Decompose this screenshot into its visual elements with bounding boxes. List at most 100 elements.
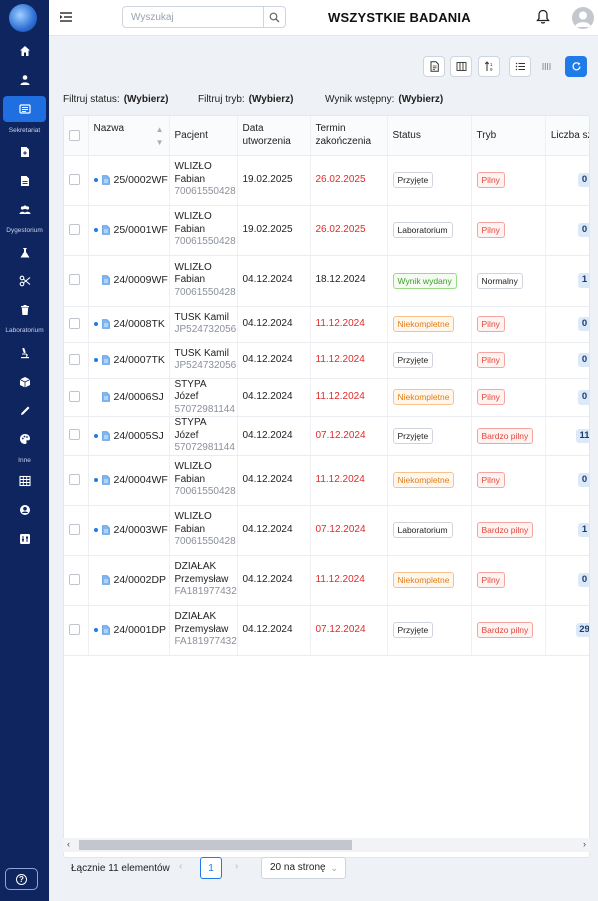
row-checkbox[interactable]	[69, 390, 80, 402]
slides-count: 0	[578, 352, 589, 368]
name-cell[interactable]: 24/0004WF	[88, 455, 170, 506]
column-label: Data utworzenia	[242, 123, 291, 148]
column-header-deadline[interactable]: Termin zakończenia	[310, 116, 388, 156]
slides-cell: 0	[545, 205, 589, 256]
mode-filter[interactable]: Filtruj tryb: (Wybierz)	[198, 94, 294, 105]
name-cell[interactable]: 24/0003WF	[88, 505, 170, 556]
nav-microscope[interactable]	[3, 340, 46, 366]
patient-name: WLIZŁO Fabian	[174, 211, 212, 235]
column-header-patient[interactable]: Pacjent	[169, 116, 238, 156]
name-cell[interactable]: 24/0009WF	[88, 255, 170, 307]
status-badge: Przyjęte	[392, 352, 434, 368]
nav-settings[interactable]	[3, 526, 46, 552]
nav-patients[interactable]	[3, 67, 46, 93]
status-badge: Laboratorium	[392, 222, 453, 238]
nav-all-tests[interactable]	[3, 96, 46, 122]
row-checkbox[interactable]	[69, 429, 80, 441]
horizontal-scrollbar[interactable]: ‹ ›	[63, 838, 590, 852]
nav-users[interactable]	[3, 197, 46, 223]
sort-icon[interactable]: ▲ ▼	[156, 123, 164, 149]
name-cell[interactable]: 25/0001WF	[88, 205, 170, 256]
column-header-name[interactable]: ▲ ▼ Nazwa	[88, 116, 170, 156]
row-checkbox[interactable]	[69, 274, 80, 286]
row-checkbox[interactable]	[69, 353, 80, 365]
name-cell[interactable]: 24/0005SJ	[88, 416, 170, 456]
refresh-button[interactable]	[565, 56, 587, 77]
brain-logo-icon[interactable]	[9, 4, 37, 32]
table-row[interactable]: 24/0007TK TUSK Kamil JP524732056 04.12.2024…	[64, 342, 589, 379]
table-row[interactable]: 24/0005SJ STYPA Józef 57072981144 04.12.202…	[64, 416, 589, 456]
search-input[interactable]	[123, 7, 263, 27]
name-cell[interactable]: 24/0002DP	[88, 555, 170, 606]
file-export-icon	[430, 61, 439, 72]
prev-page-icon[interactable]: ‹	[179, 861, 182, 872]
next-page-icon[interactable]: ›	[235, 861, 238, 872]
svg-text:9: 9	[490, 67, 493, 72]
nav-flask[interactable]	[3, 240, 46, 266]
nav-pen[interactable]	[3, 398, 46, 424]
mode-cell: Pilny	[471, 306, 546, 343]
select-all-checkbox[interactable]	[69, 129, 80, 141]
table-row[interactable]: 25/0002WF WLIZŁO Fabian 70061550428 19.02.2…	[64, 155, 589, 206]
name-cell[interactable]: 24/0008TK	[88, 306, 170, 343]
slides-cell: 0	[545, 306, 589, 343]
page-button-current[interactable]: 1	[200, 857, 222, 879]
column-header-created[interactable]: Data utworzenia	[237, 116, 311, 156]
scroll-right-icon[interactable]: ›	[583, 839, 586, 849]
column-header-slides[interactable]: Liczba szkiełek	[545, 116, 589, 156]
table-row[interactable]: 25/0001WF WLIZŁO Fabian 70061550428 19.02.2…	[64, 205, 589, 256]
nav-cutting[interactable]	[3, 268, 46, 294]
table-row[interactable]: 24/0009WF WLIZŁO Fabian 70061550428 04.12.2…	[64, 255, 589, 307]
box-icon	[19, 377, 30, 388]
name-cell[interactable]: 24/0007TK	[88, 342, 170, 379]
list-view-button[interactable]	[509, 56, 531, 77]
table-row[interactable]: 24/0003WF WLIZŁO Fabian 70061550428 04.12.2…	[64, 505, 589, 556]
column-header-mode[interactable]: Tryb	[471, 116, 546, 156]
table-row[interactable]: 24/0001DP DZIAŁAK Przemysław FA181977432 04…	[64, 605, 589, 656]
name-cell[interactable]: 24/0001DP	[88, 605, 170, 656]
row-checkbox[interactable]	[69, 473, 80, 485]
columns-button[interactable]	[450, 56, 472, 77]
search-button[interactable]	[263, 7, 285, 27]
nav-home[interactable]	[3, 38, 46, 64]
nav-palette[interactable]	[3, 426, 46, 452]
nav-add-document[interactable]	[3, 139, 46, 165]
result-filter[interactable]: Wynik wstępny: (Wybierz)	[325, 94, 443, 105]
help-button[interactable]: ?	[5, 868, 38, 890]
row-checkbox[interactable]	[69, 173, 80, 185]
select-cell	[64, 205, 89, 256]
table-row[interactable]: 24/0002DP DZIAŁAK Przemysław FA181977432 04…	[64, 555, 589, 606]
status-filter[interactable]: Filtruj status: (Wybierz)	[63, 94, 169, 105]
menu-toggle-icon[interactable]	[59, 10, 73, 24]
nav-trash[interactable]	[3, 297, 46, 323]
sort-button[interactable]: 19	[478, 56, 500, 77]
row-checkbox[interactable]	[69, 317, 80, 329]
deadline-cell: 11.12.2024	[310, 342, 388, 379]
table-row[interactable]: 24/0004WF WLIZŁO Fabian 70061550428 04.12.2…	[64, 455, 589, 506]
status-filter-value[interactable]: (Wybierz)	[124, 94, 169, 105]
created-date: 19.02.2025	[242, 223, 293, 235]
row-checkbox[interactable]	[69, 573, 80, 585]
column-header-status[interactable]: Status	[387, 116, 472, 156]
mode-filter-value[interactable]: (Wybierz)	[249, 94, 294, 105]
table-row[interactable]: 24/0008TK TUSK Kamil JP524732056 04.12.2024…	[64, 306, 589, 343]
nav-table[interactable]	[3, 468, 46, 494]
name-cell[interactable]: 25/0002WF	[88, 155, 170, 206]
nav-account[interactable]	[3, 497, 46, 523]
scroll-left-icon[interactable]: ‹	[67, 839, 70, 849]
row-checkbox[interactable]	[69, 223, 80, 235]
name-cell[interactable]: 24/0006SJ	[88, 378, 170, 417]
nav-box[interactable]	[3, 369, 46, 395]
bell-icon[interactable]	[536, 9, 550, 25]
grid-view-button[interactable]	[535, 56, 557, 77]
page-size-select[interactable]: 20 na stronę ⌄	[261, 857, 346, 879]
avatar[interactable]	[572, 7, 594, 29]
export-button[interactable]	[423, 56, 445, 77]
row-checkbox[interactable]	[69, 523, 80, 535]
nav-documents[interactable]	[3, 168, 46, 194]
row-checkbox[interactable]	[69, 623, 80, 635]
table-row[interactable]: 24/0006SJ STYPA Józef 57072981144 04.12.202…	[64, 378, 589, 417]
scrollbar-thumb[interactable]	[79, 840, 352, 850]
status-cell: Przyjęte	[387, 155, 472, 206]
result-filter-value[interactable]: (Wybierz)	[398, 94, 443, 105]
